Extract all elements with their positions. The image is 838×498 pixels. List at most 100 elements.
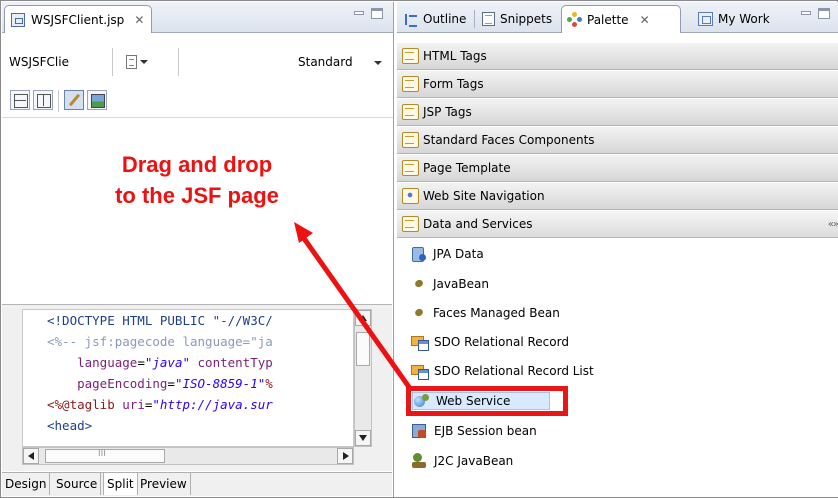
code-line: <%@taglib uri="http://java.sur xyxy=(47,397,273,412)
toolbar-separator xyxy=(58,90,59,112)
folder-icon xyxy=(402,132,419,148)
palette-item-javabean[interactable]: JavaBean xyxy=(411,272,489,296)
palette-item-label: Faces Managed Bean xyxy=(433,306,560,320)
tab-source[interactable]: Source xyxy=(53,473,102,495)
drawer-label: JSP Tags xyxy=(423,105,472,119)
palette-item-label: JavaBean xyxy=(433,277,489,291)
palette-icon xyxy=(567,12,582,27)
design-canvas[interactable] xyxy=(2,119,392,305)
page-properties-dropdown[interactable] xyxy=(126,54,152,70)
code-line: language="java" contentTyp xyxy=(47,355,273,370)
tab-outline[interactable]: Outline xyxy=(399,5,471,33)
code-line: pageEncoding="ISO-8859-1"% xyxy=(47,376,273,391)
palette-item-label: JPA Data xyxy=(433,247,484,261)
palette-item-ejb-session-bean[interactable]: EJB Session bean xyxy=(411,419,537,443)
tab-preview[interactable]: Preview xyxy=(137,473,191,495)
drawer-html-tags[interactable]: HTML Tags xyxy=(397,42,838,70)
maximize-icon[interactable] xyxy=(371,8,383,19)
red-highlight-box xyxy=(406,386,568,416)
drawer-label: Form Tags xyxy=(423,77,484,91)
close-tab-icon[interactable]: ✕ xyxy=(134,13,144,27)
editor-tab-bar: WSJSFClient.jsp ✕ xyxy=(2,2,393,33)
page-editor-pane: WSJSFClient.jsp ✕ WSJSFClie Standard <!D… xyxy=(2,2,394,497)
toolbar-separator xyxy=(178,48,179,76)
visual-mode-icon[interactable] xyxy=(87,90,107,110)
palette-view-controls xyxy=(799,8,830,19)
drawer-form-tags[interactable]: Form Tags xyxy=(397,70,838,98)
palette-item-label: SDO Relational Record xyxy=(434,335,569,349)
tab-split[interactable]: Split xyxy=(103,473,138,495)
code-line: <head> xyxy=(47,418,93,433)
folder-icon xyxy=(402,160,419,176)
scroll-up-icon[interactable] xyxy=(355,310,371,326)
navigation-icon xyxy=(402,188,419,204)
javabean-icon xyxy=(411,276,427,292)
editor-view-controls xyxy=(352,8,383,19)
drag-drop-annotation: Drag and drop to the JSF page xyxy=(97,149,297,211)
minimize-icon[interactable] xyxy=(799,8,811,19)
scroll-down-icon[interactable] xyxy=(355,430,371,446)
folder-icon xyxy=(402,48,419,64)
tab-snippets[interactable]: Snippets xyxy=(477,5,557,33)
editor-file-label: WSJSFClie xyxy=(9,55,69,69)
chevron-down-icon[interactable] xyxy=(374,61,382,65)
folder-icon xyxy=(402,76,419,92)
j2c-javabean-icon xyxy=(411,453,428,469)
tab-outline-label: Outline xyxy=(423,12,467,26)
scroll-grip: III xyxy=(98,449,106,459)
tab-separator xyxy=(474,10,475,28)
drawer-label: HTML Tags xyxy=(423,49,487,63)
maximize-icon[interactable] xyxy=(818,8,830,19)
drawer-data-and-services[interactable]: Data and Services «» xyxy=(397,210,838,238)
mode-dropdown[interactable]: Standard xyxy=(298,55,353,69)
source-code-editor[interactable]: <!DOCTYPE HTML PUBLIC "-//W3C/ <%-- jsf:p… xyxy=(22,309,354,447)
page-icon xyxy=(126,55,137,69)
tab-design[interactable]: Design xyxy=(2,473,51,495)
palette-item-faces-managed-bean[interactable]: Faces Managed Bean xyxy=(411,301,560,325)
managed-bean-icon xyxy=(411,305,427,321)
palette-item-jpa-data[interactable]: JPA Data xyxy=(411,242,484,266)
drawer-web-site-navigation[interactable]: Web Site Navigation xyxy=(397,182,838,210)
code-line: <!DOCTYPE HTML PUBLIC "-//W3C/ xyxy=(47,313,273,328)
drawer-label: Standard Faces Components xyxy=(423,133,595,147)
palette-item-sdo-relational-record[interactable]: SDO Relational Record xyxy=(411,330,569,354)
scroll-thumb[interactable]: III xyxy=(45,449,165,463)
palette-item-sdo-relational-record-list[interactable]: SDO Relational Record List xyxy=(411,359,594,383)
ide-window: WSJSFClient.jsp ✕ WSJSFClie Standard <!D… xyxy=(0,0,838,498)
snippets-icon xyxy=(482,12,495,26)
outline-icon xyxy=(404,13,418,27)
close-tab-icon[interactable]: ✕ xyxy=(640,13,650,27)
editor-tab[interactable]: WSJSFClient.jsp ✕ xyxy=(4,5,152,33)
tab-my-work[interactable]: My Work xyxy=(693,5,775,33)
palette-item-label: SDO Relational Record List xyxy=(434,364,594,378)
split-horizontal-icon[interactable] xyxy=(10,90,30,110)
folder-icon xyxy=(402,104,419,120)
editor-toolbar: WSJSFClie Standard xyxy=(2,34,393,80)
tab-my-work-label: My Work xyxy=(718,12,770,26)
drawer-jsp-tags[interactable]: JSP Tags xyxy=(397,98,838,126)
editor-tab-label: WSJSFClient.jsp xyxy=(31,12,125,27)
palette-item-label: J2C JavaBean xyxy=(434,454,514,468)
tab-palette[interactable]: Palette ✕ xyxy=(561,5,681,33)
palette-item-j2c-javabean[interactable]: J2C JavaBean xyxy=(411,449,513,473)
drawer-standard-faces-components[interactable]: Standard Faces Components xyxy=(397,126,838,154)
split-vertical-icon[interactable] xyxy=(33,90,53,110)
pin-drawer-icon[interactable]: «» xyxy=(828,219,838,230)
scroll-right-icon[interactable] xyxy=(337,448,353,464)
code-line: <%-- jsf:pagecode language="ja xyxy=(47,334,273,349)
drawer-page-template[interactable]: Page Template xyxy=(397,154,838,182)
scroll-left-icon[interactable] xyxy=(23,448,39,464)
editor-mode-tabs: Design Source Split Preview xyxy=(2,472,392,496)
toolbar-separator xyxy=(112,48,113,76)
vertical-scrollbar[interactable] xyxy=(354,309,372,447)
scroll-thumb[interactable] xyxy=(356,332,370,366)
jsp-file-icon xyxy=(11,12,25,27)
minimize-icon[interactable] xyxy=(352,8,364,19)
drawer-label: Data and Services xyxy=(423,217,533,231)
horizontal-scrollbar[interactable]: III xyxy=(22,447,354,465)
tab-snippets-label: Snippets xyxy=(500,12,553,26)
edit-mode-icon[interactable] xyxy=(64,90,84,110)
folder-open-icon xyxy=(402,216,419,232)
ejb-session-bean-icon xyxy=(411,423,428,439)
